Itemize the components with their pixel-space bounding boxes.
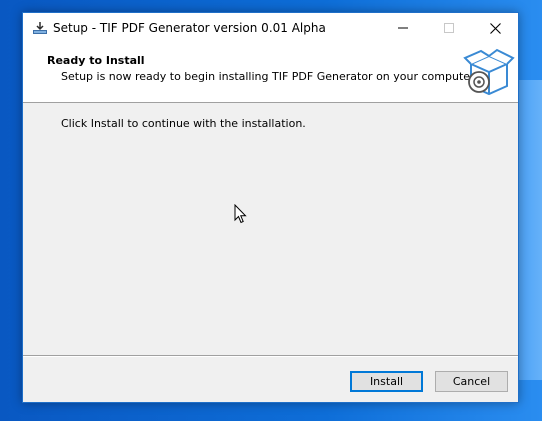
installer-icon [33,22,47,34]
close-icon [489,22,501,34]
window-title: Setup - TIF PDF Generator version 0.01 A… [53,21,326,35]
page-title: Ready to Install [47,54,145,67]
software-box-icon [463,48,515,96]
minimize-button[interactable] [380,13,426,43]
button-area-divider [23,355,518,357]
install-button[interactable]: Install [350,371,423,392]
cancel-button[interactable]: Cancel [435,371,508,392]
close-button[interactable] [472,13,518,43]
wizard-header: Ready to Install Setup is now ready to b… [23,43,518,103]
install-message: Click Install to continue with the insta… [61,117,306,130]
page-subtitle: Setup is now ready to begin installing T… [61,70,478,83]
maximize-button[interactable] [426,13,472,43]
minimize-icon [398,27,408,29]
maximize-icon [444,23,454,33]
setup-window: Setup - TIF PDF Generator version 0.01 A… [22,12,519,403]
mouse-cursor-icon [234,204,247,224]
title-bar[interactable]: Setup - TIF PDF Generator version 0.01 A… [23,13,518,43]
